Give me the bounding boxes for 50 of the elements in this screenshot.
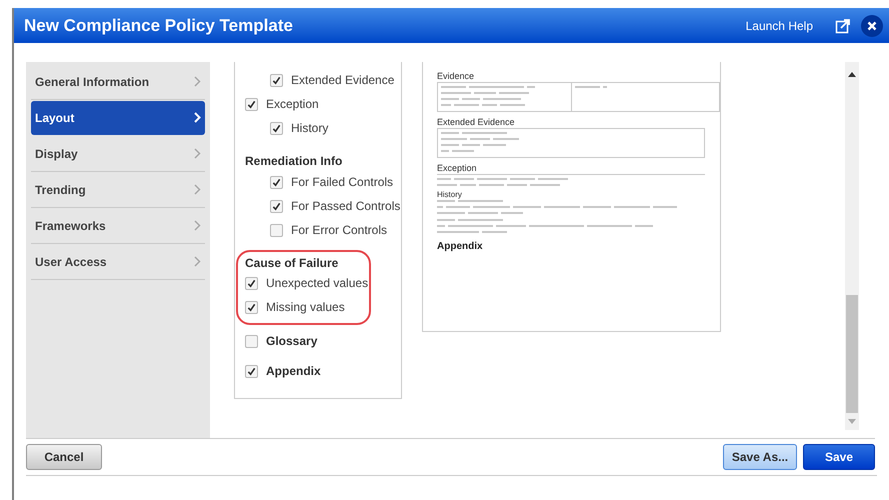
scroll-up-icon[interactable] [848,72,856,77]
pop-out-icon[interactable] [835,18,851,34]
sidebar-item[interactable]: User Access [31,244,205,278]
sidebar-item[interactable]: Layout [31,100,205,134]
preview-heading: Extended Evidence [437,116,516,128]
close-icon [867,20,877,30]
checkbox[interactable] [245,276,258,290]
checkbox[interactable] [245,300,258,314]
option-label: For Failed Controls [291,174,394,191]
checkbox[interactable] [270,74,283,86]
sidebar-item[interactable]: Frameworks [31,208,205,242]
chevron-right-icon [194,220,201,231]
help-link[interactable]: Launch Help [746,16,813,34]
chevron-right-icon [194,76,201,87]
cancel-button[interactable]: Cancel [26,444,102,470]
window-title: New Compliance Policy Template [24,14,294,37]
section-heading: Cause of Failure [245,255,340,271]
checkbox[interactable] [270,122,283,134]
close-button[interactable] [861,14,883,36]
chevron-right-icon [194,148,201,159]
preview-heading: Appendix [437,240,484,254]
chevron-right-icon [194,256,201,267]
checkbox[interactable] [270,224,283,236]
option-label: Exception [266,96,319,113]
checkbox[interactable] [245,98,258,110]
checkbox[interactable] [270,176,283,188]
scrollbar-thumb[interactable] [846,295,858,413]
option-label: History [291,120,328,137]
preview-heading: Evidence [437,70,476,82]
option-label: Missing values [266,299,345,316]
section-heading: Remediation Info [245,153,344,170]
option-label: For Error Controls [291,222,388,239]
chevron-right-icon [194,112,201,123]
preview-heading: History [437,189,463,200]
option-label: Appendix [266,363,321,380]
option-label: Glossary [266,333,318,350]
checkbox[interactable] [245,364,258,378]
checkbox[interactable] [245,334,258,348]
option-label: Extended Evidence [291,72,394,89]
option-label: Unexpected values [266,275,368,292]
preview-heading: Exception [437,162,705,175]
checkbox[interactable] [270,200,283,212]
sidebar-item[interactable]: General Information [31,64,205,98]
save-as-button[interactable]: Save As... [723,444,797,470]
sidebar-item[interactable]: Display [31,136,205,170]
sidebar-item[interactable]: Trending [31,172,205,206]
chevron-right-icon [194,184,201,195]
scrollbar[interactable] [845,62,859,430]
save-button[interactable]: Save [803,444,875,470]
option-label: For Passed Controls [291,198,400,215]
